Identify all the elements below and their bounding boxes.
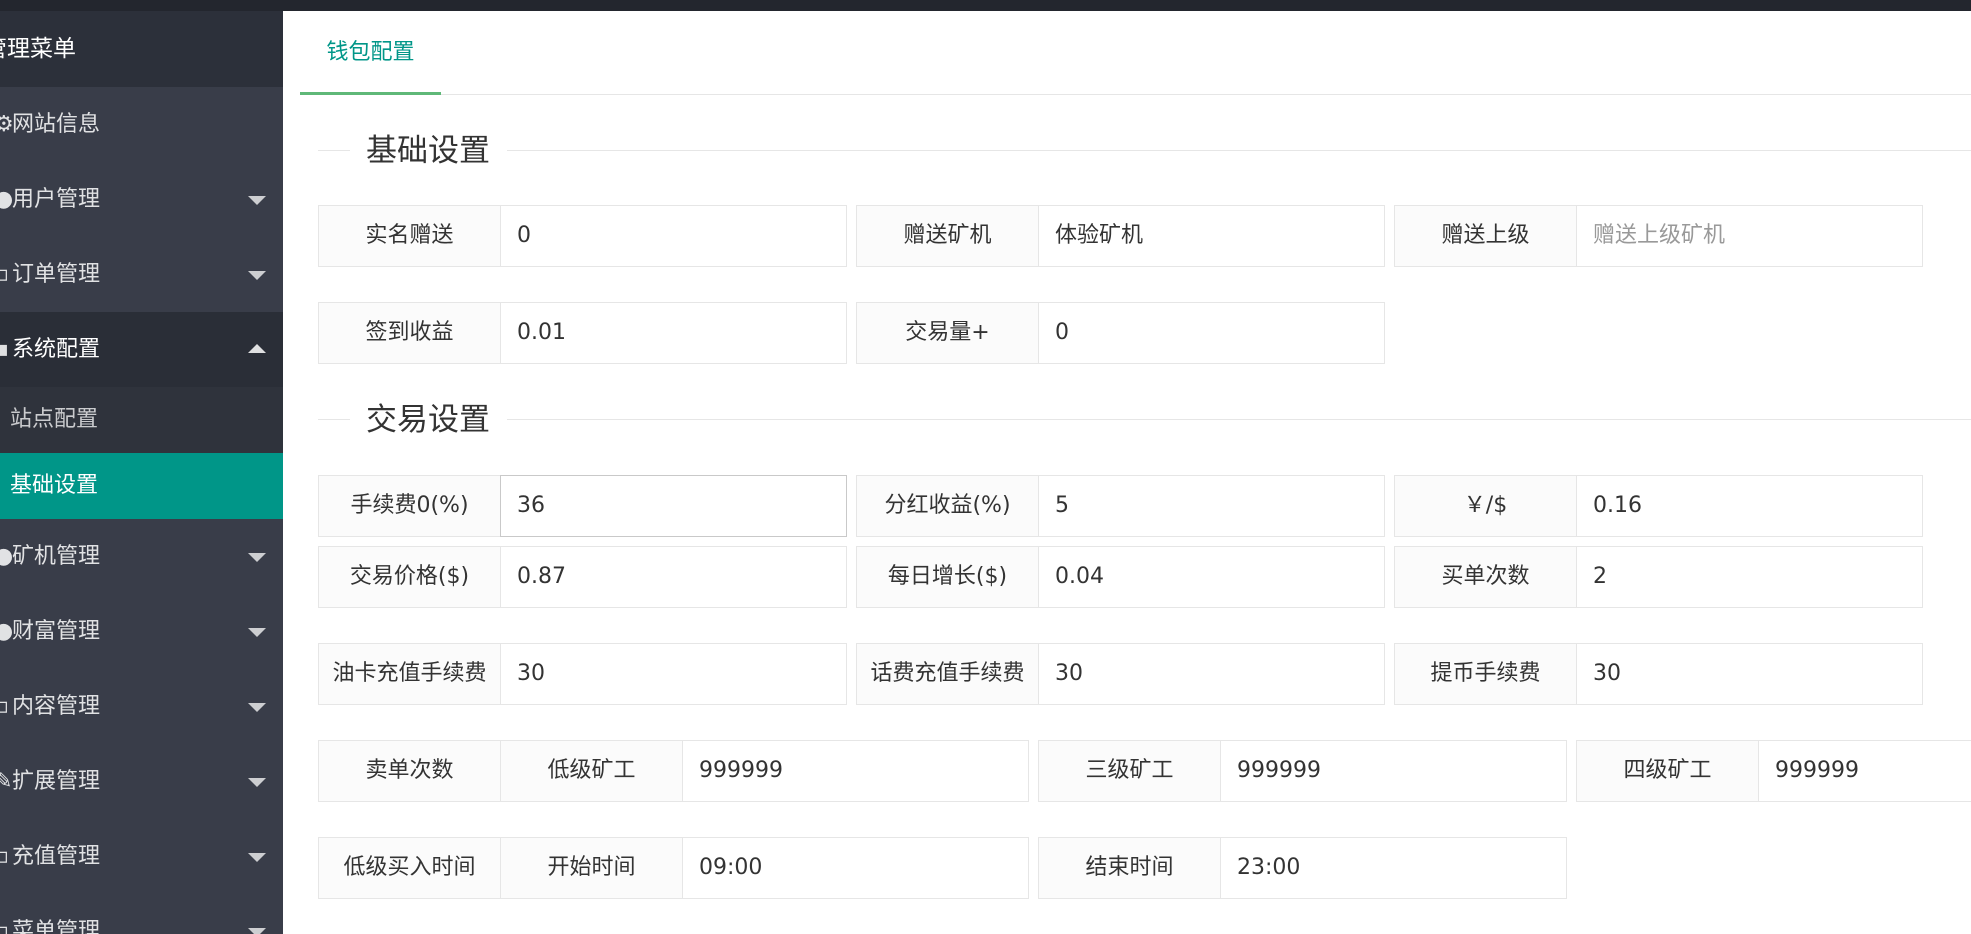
section-title: 交易设置 — [350, 400, 507, 440]
field-label: 油卡充值手续费 — [318, 643, 501, 705]
phone-fee-input[interactable]: 30 — [1038, 643, 1385, 705]
sidebar-item-system-config[interactable]: ▪ 系统配置 — [0, 312, 283, 387]
section-trade: 交易设置 — [318, 400, 1971, 440]
section-basic: 基础设置 — [318, 131, 1971, 171]
field-label: 赠送矿机 — [856, 205, 1039, 267]
extend-icon: ✎ — [0, 769, 13, 794]
checkin-income-input[interactable]: 0.01 — [500, 302, 847, 364]
field-label: 低级买入时间 — [318, 837, 501, 899]
field-sublabel: 低级矿工 — [500, 740, 683, 802]
low-buy-end-input[interactable]: 23:00 — [1220, 837, 1567, 899]
sidebar-item-recharge[interactable]: ▫ 充值管理 — [0, 819, 283, 894]
content-icon: ▫ — [0, 694, 9, 719]
sidebar-item-wealth[interactable]: ●财富管理 — [0, 594, 283, 669]
withdraw-fee-input[interactable]: 30 — [1576, 643, 1923, 705]
sidebar-subitem-basic-settings[interactable]: 基础设置 — [0, 453, 283, 519]
section-divider — [318, 419, 1971, 420]
field-label: 分红收益(%) — [856, 475, 1039, 537]
sidebar: 管理菜单 ⚙网站信息 ●用户管理 ▫订单管理 ▪系统配置 站点配置 基础设置 ●… — [0, 11, 283, 934]
fee0-input[interactable]: 36 — [500, 475, 847, 537]
sidebar-item-label: 网站信息 — [12, 112, 101, 137]
gift-miner-select[interactable]: 体验矿机 — [1038, 205, 1385, 267]
field-label: ￥/$ — [1394, 475, 1577, 537]
tab-wallet-config[interactable]: 钱包配置 — [300, 11, 441, 95]
field-sublabel: 开始时间 — [500, 837, 683, 899]
daily-growth-input[interactable]: 0.04 — [1038, 546, 1385, 608]
field-label: 三级矿工 — [1038, 740, 1221, 802]
realname-gift-input[interactable]: 0 — [500, 205, 847, 267]
sidebar-item-label: 订单管理 — [12, 262, 101, 287]
sidebar-item-label: 菜单管理 — [12, 919, 101, 934]
field-label: 结束时间 — [1038, 837, 1221, 899]
field-label: 交易量+ — [856, 302, 1039, 364]
field-label: 手续费0(%) — [318, 475, 501, 537]
users-icon: ● — [0, 187, 14, 212]
sidebar-item-menu[interactable]: ▫ 菜单管理 — [0, 894, 283, 934]
main-content: 钱包配置 基础设置 实名赠送 0 赠送矿机 体验矿机 赠送上级 赠送上级矿机 签… — [283, 11, 1971, 934]
gear-icon: ⚙ — [0, 112, 14, 137]
sell-times-level4-input[interactable]: 999999 — [1758, 740, 1971, 802]
chevron-down-icon — [248, 928, 266, 934]
top-bar — [0, 0, 1971, 11]
wealth-icon: ● — [0, 619, 14, 644]
recharge-icon: ▫ — [0, 844, 9, 869]
chevron-down-icon — [248, 553, 266, 562]
sidebar-item-orders[interactable]: ▫ 订单管理 — [0, 237, 283, 312]
sell-times-level3-input[interactable]: 999999 — [1220, 740, 1567, 802]
chevron-down-icon — [248, 628, 266, 637]
sidebar-item-label: 矿机管理 — [12, 544, 101, 569]
field-label: 签到收益 — [318, 302, 501, 364]
section-divider — [318, 150, 1971, 151]
chevron-down-icon — [248, 778, 266, 787]
sell-times-low-input[interactable]: 999999 — [682, 740, 1029, 802]
sidebar-item-site-info[interactable]: ⚙网站信息 — [0, 87, 283, 162]
trade-price-input[interactable]: 0.87 — [500, 546, 847, 608]
exchange-rate-input[interactable]: 0.16 — [1576, 475, 1923, 537]
field-label: 赠送上级 — [1394, 205, 1577, 267]
buy-times-input[interactable]: 2 — [1576, 546, 1923, 608]
chevron-up-icon — [248, 344, 266, 353]
order-icon: ▫ — [0, 262, 9, 287]
chevron-down-icon — [248, 853, 266, 862]
sidebar-subitem-site-config[interactable]: 站点配置 — [0, 387, 283, 453]
sidebar-item-miners[interactable]: ●矿机管理 — [0, 519, 283, 594]
grid-icon: ▪ — [0, 337, 9, 362]
dividend-input[interactable]: 5 — [1038, 475, 1385, 537]
sidebar-item-content[interactable]: ▫ 内容管理 — [0, 669, 283, 744]
sidebar-item-extend[interactable]: ✎扩展管理 — [0, 744, 283, 819]
gift-superior-input[interactable]: 赠送上级矿机 — [1576, 205, 1923, 267]
sidebar-item-label: 扩展管理 — [12, 769, 101, 794]
field-label: 交易价格($) — [318, 546, 501, 608]
low-buy-start-input[interactable]: 09:00 — [682, 837, 1029, 899]
chevron-down-icon — [248, 196, 266, 205]
field-label: 实名赠送 — [318, 205, 501, 267]
field-label: 四级矿工 — [1576, 740, 1759, 802]
sidebar-item-label: 系统配置 — [12, 337, 101, 362]
sidebar-item-users[interactable]: ●用户管理 — [0, 162, 283, 237]
sidebar-item-label: 内容管理 — [12, 694, 101, 719]
field-label: 话费充值手续费 — [856, 643, 1039, 705]
field-label: 提币手续费 — [1394, 643, 1577, 705]
sidebar-item-label: 用户管理 — [12, 187, 101, 212]
oilcard-fee-input[interactable]: 30 — [500, 643, 847, 705]
field-label: 卖单次数 — [318, 740, 501, 802]
chevron-down-icon — [248, 271, 266, 280]
trade-volume-input[interactable]: 0 — [1038, 302, 1385, 364]
menu-icon: ▫ — [0, 919, 9, 934]
sidebar-title: 管理菜单 — [0, 11, 283, 87]
section-title: 基础设置 — [350, 131, 507, 171]
miner-icon: ● — [0, 544, 14, 569]
field-label: 买单次数 — [1394, 546, 1577, 608]
sidebar-item-label: 财富管理 — [12, 619, 101, 644]
field-label: 每日增长($) — [856, 546, 1039, 608]
sidebar-item-label: 充值管理 — [12, 844, 101, 869]
sidebar-submenu: 站点配置 基础设置 — [0, 387, 283, 519]
chevron-down-icon — [248, 703, 266, 712]
tab-bar: 钱包配置 — [300, 11, 1971, 95]
